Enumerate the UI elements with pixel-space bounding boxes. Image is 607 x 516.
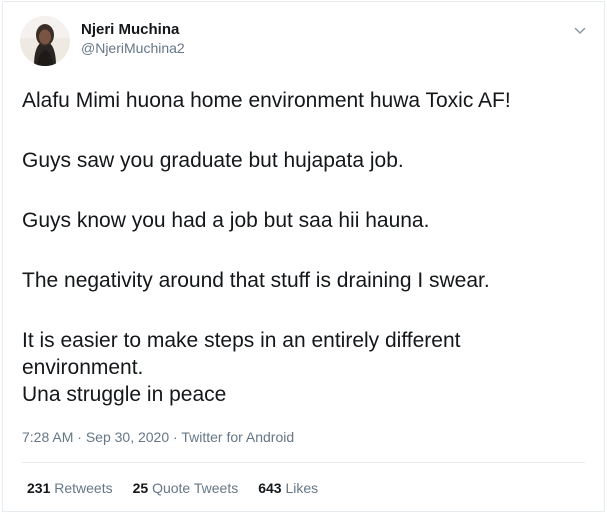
likes-count: 643: [258, 480, 282, 496]
handle[interactable]: @NjeriMuchina2: [81, 39, 185, 58]
tweet-line: It is easier to make steps in an entirel…: [22, 329, 461, 352]
tweet-date[interactable]: Sep 30, 2020: [86, 429, 169, 445]
tweet-line: Alafu Mimi huona home environment huwa T…: [22, 89, 511, 112]
tweet-text: Alafu Mimi huona home environment huwa T…: [22, 87, 582, 408]
tweet-time[interactable]: 7:28 AM: [22, 429, 73, 445]
divider: [22, 462, 585, 463]
meta-separator: ·: [77, 429, 82, 445]
tweet-header: Njeri Muchina @NjeriMuchina2: [20, 16, 185, 66]
tweet-line: environment.: [22, 356, 144, 379]
chevron-down-icon[interactable]: [573, 24, 587, 38]
tweet-line: Una struggle in peace: [22, 383, 227, 406]
display-name[interactable]: Njeri Muchina: [81, 20, 185, 39]
quote-tweets-stat[interactable]: 25 Quote Tweets: [133, 479, 239, 497]
tweet-source[interactable]: Twitter for Android: [181, 429, 294, 445]
quote-tweets-label: Quote Tweets: [152, 480, 239, 496]
retweets-label: Retweets: [54, 480, 113, 496]
tweet-paragraph: Guys know you had a job but saa hii haun…: [22, 207, 582, 234]
avatar-image: [20, 16, 70, 66]
tweet-paragraph: It is easier to make steps in an entirel…: [22, 327, 582, 408]
tweet-stats: 231 Retweets 25 Quote Tweets 643 Likes: [27, 479, 338, 497]
tweet-paragraph: Guys saw you graduate but hujapata job.: [22, 147, 582, 174]
tweet-line: Guys saw you graduate but hujapata job.: [22, 149, 404, 172]
retweets-count: 231: [27, 480, 51, 496]
tweet-paragraph: The negativity around that stuff is drai…: [22, 267, 582, 294]
tweet-meta: 7:28 AM · Sep 30, 2020 · Twitter for And…: [22, 428, 294, 446]
tweet-card: Njeri Muchina @NjeriMuchina2 Alafu Mimi …: [2, 1, 605, 512]
meta-separator: ·: [173, 429, 178, 445]
tweet-line: Guys know you had a job but saa hii haun…: [22, 209, 430, 232]
author-names: Njeri Muchina @NjeriMuchina2: [81, 20, 185, 58]
quote-tweets-count: 25: [132, 480, 149, 496]
avatar[interactable]: [20, 16, 70, 66]
retweets-stat[interactable]: 231 Retweets: [27, 479, 113, 497]
tweet-paragraph: Alafu Mimi huona home environment huwa T…: [22, 87, 582, 114]
likes-label: Likes: [285, 480, 319, 496]
likes-stat[interactable]: 643 Likes: [258, 479, 318, 497]
tweet-line: The negativity around that stuff is drai…: [22, 269, 490, 292]
